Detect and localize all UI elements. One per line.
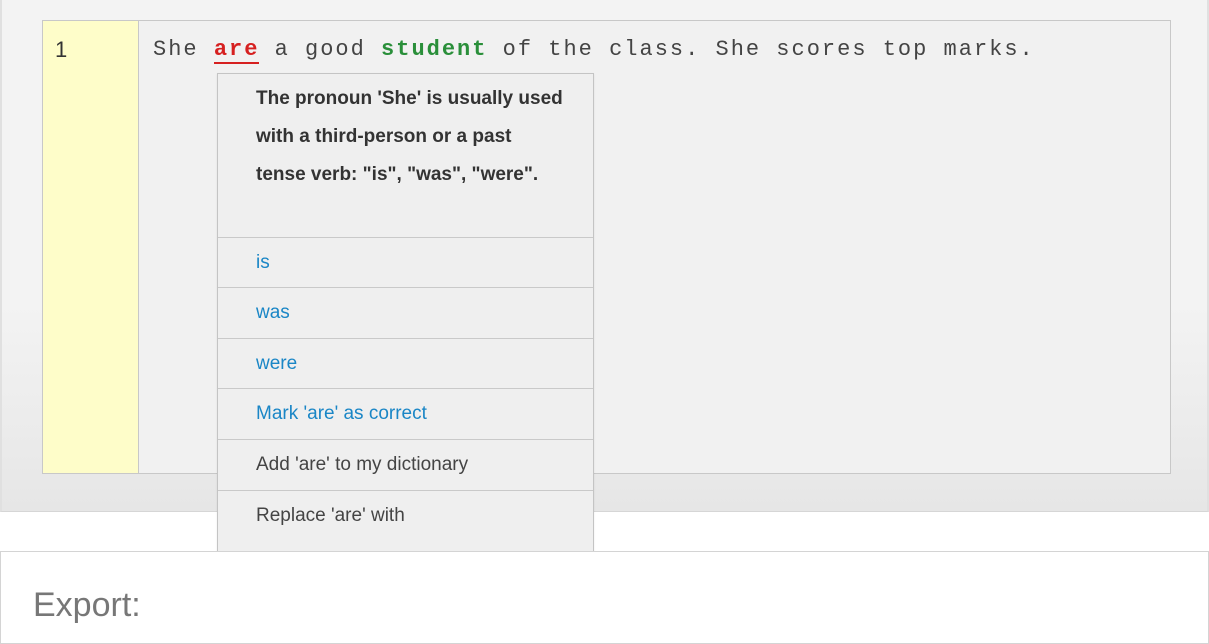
- mark-as-correct-option[interactable]: Mark 'are' as correct: [218, 389, 593, 440]
- line-number: 1: [55, 37, 68, 62]
- editor-line[interactable]: She are a good student of the class. She…: [153, 37, 1035, 64]
- text-editor[interactable]: 1 She are a good student of the class. S…: [42, 20, 1171, 474]
- suggestion-was[interactable]: was: [218, 288, 593, 339]
- export-label: Export:: [33, 586, 141, 624]
- suggestion-is[interactable]: is: [218, 238, 593, 288]
- export-panel: Export:: [0, 551, 1209, 644]
- editor-panel: 1 She are a good student of the class. S…: [0, 0, 1209, 512]
- replace-label: Replace 'are' with: [256, 505, 405, 526]
- text-segment: of the class. She scores top marks.: [487, 37, 1035, 62]
- error-word[interactable]: are: [213, 37, 260, 64]
- grammar-message: The pronoun 'She' is usually used with a…: [218, 74, 593, 238]
- suggestion-were[interactable]: were: [218, 339, 593, 389]
- text-segment: She: [153, 37, 214, 62]
- highlight-word[interactable]: student: [381, 37, 487, 62]
- add-to-dictionary-option[interactable]: Add 'are' to my dictionary: [218, 440, 593, 491]
- text-segment: a good: [259, 37, 382, 62]
- line-gutter: 1: [43, 21, 139, 473]
- grammar-suggestion-popup: The pronoun 'She' is usually used with a…: [217, 73, 594, 602]
